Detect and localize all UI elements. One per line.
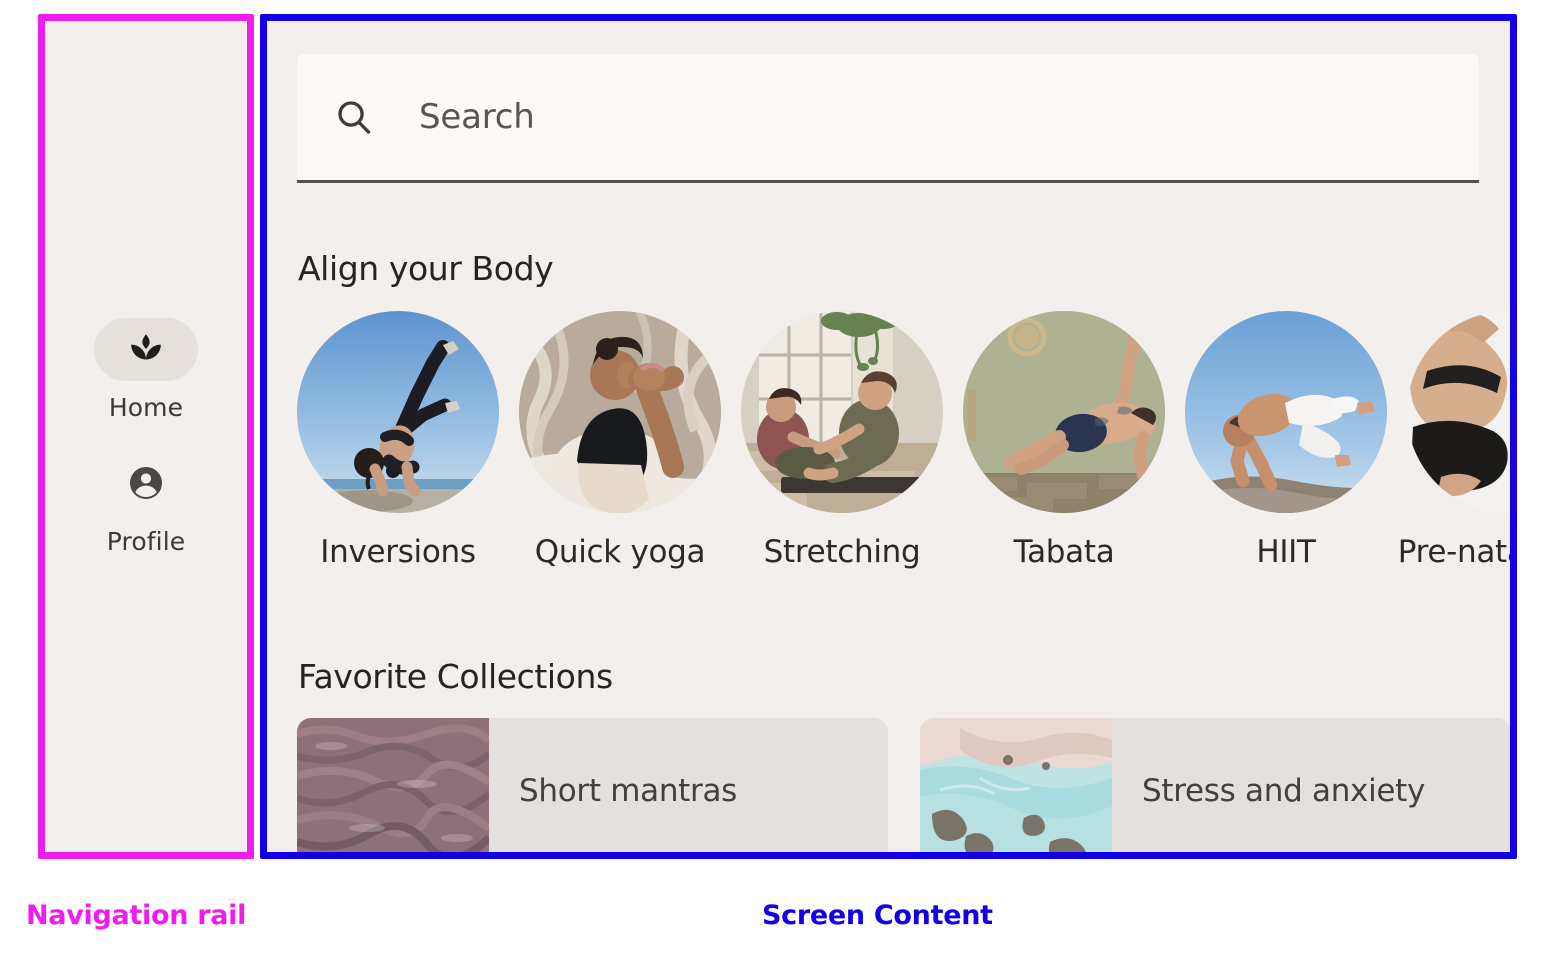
screen-content-annotation-label: Screen Content [762,900,993,931]
screen-content-annotation-box [260,14,1517,859]
navigation-rail-annotation-box [38,14,254,859]
navigation-rail-annotation-label: Navigation rail [26,900,247,931]
